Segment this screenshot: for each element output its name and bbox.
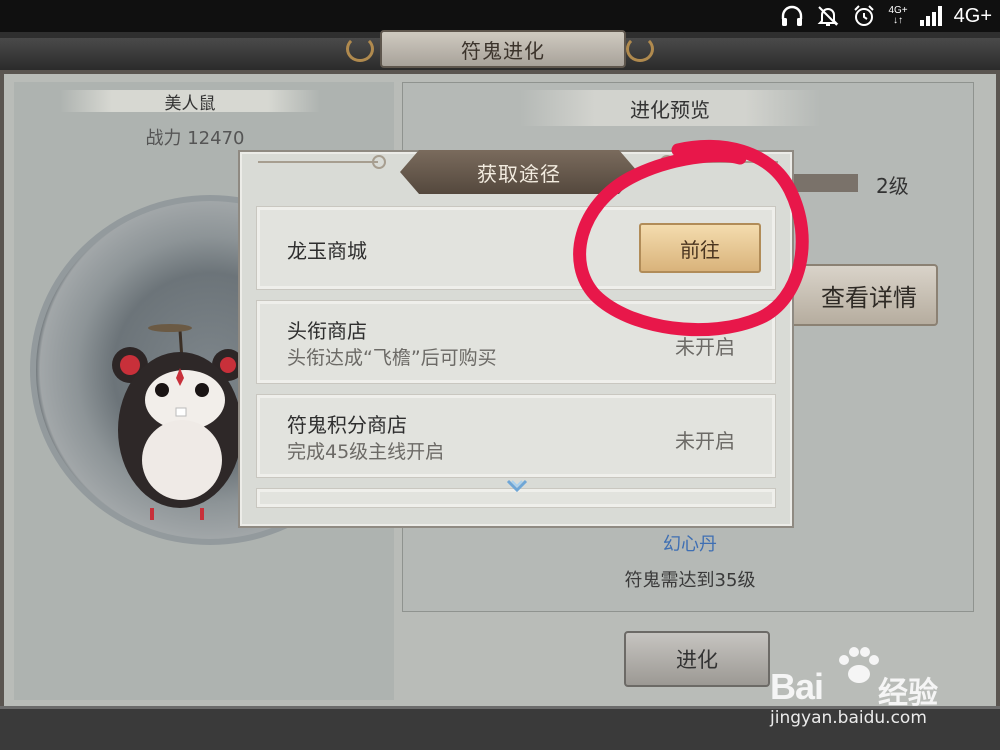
baidu-paw-icon bbox=[839, 647, 879, 683]
evolve-button[interactable]: 进化 bbox=[624, 631, 770, 687]
popup-ornament-right-icon bbox=[660, 155, 674, 169]
source-status: 未开启 bbox=[675, 335, 735, 359]
level-label: 2级 bbox=[876, 174, 909, 198]
bell-muted-icon bbox=[816, 4, 840, 28]
baidu-watermark: Bai 经验 jingyan.baidu.com bbox=[770, 646, 990, 746]
network-arrows: ↓↑ bbox=[893, 15, 904, 26]
source-description: 头衔达成“飞檐”后可购买 bbox=[287, 347, 497, 369]
headphones-icon bbox=[780, 5, 804, 27]
title-ornament-right-icon bbox=[626, 36, 654, 62]
alarm-icon bbox=[852, 4, 876, 28]
popup-ornament-line-left bbox=[258, 161, 378, 163]
watermark-url: jingyan.baidu.com bbox=[770, 708, 927, 728]
source-row-dragon-jade-mall: 龙玉商城 前往 bbox=[256, 206, 776, 290]
status-bar: 4G+ ↓↑ 4G+ bbox=[0, 0, 1000, 32]
material-name[interactable]: 幻心丹 bbox=[640, 530, 740, 556]
network-type-label: 4G+ bbox=[953, 4, 992, 27]
evolve-requirement: 符鬼需达到35级 bbox=[624, 570, 756, 591]
pet-name: 美人鼠 bbox=[60, 90, 320, 114]
source-row-points-shop: 符鬼积分商店 完成45级主线开启 未开启 bbox=[256, 394, 776, 478]
signal-icon bbox=[919, 6, 942, 26]
popup-title: 获取途径 bbox=[400, 150, 638, 194]
watermark-brand: Bai bbox=[770, 666, 824, 707]
status-icons: 4G+ ↓↑ 4G+ bbox=[780, 2, 992, 30]
go-button[interactable]: 前往 bbox=[639, 223, 761, 273]
network-icon: 4G+ ↓↑ bbox=[888, 6, 907, 26]
scroll-down-icon[interactable] bbox=[506, 478, 528, 494]
source-description: 完成45级主线开启 bbox=[287, 441, 445, 463]
source-status: 未开启 bbox=[675, 429, 735, 453]
source-row-title-shop: 头衔商店 头衔达成“飞檐”后可购买 未开启 bbox=[256, 300, 776, 384]
window-title: 符鬼进化 bbox=[380, 30, 626, 68]
pet-model[interactable] bbox=[110, 320, 250, 520]
preview-title: 进化预览 bbox=[520, 90, 820, 126]
title-ornament-left-icon bbox=[346, 36, 374, 62]
level-progress-bar bbox=[790, 174, 858, 192]
watermark-brand-suffix: 经验 bbox=[878, 676, 938, 711]
source-name: 龙玉商城 bbox=[287, 239, 367, 263]
popup-ornament-left-icon bbox=[372, 155, 386, 169]
view-details-button[interactable]: 查看详情 bbox=[790, 264, 938, 326]
source-name: 符鬼积分商店 bbox=[287, 413, 407, 437]
popup-ornament-line-right bbox=[674, 161, 778, 163]
source-name: 头衔商店 bbox=[287, 319, 367, 343]
pet-power: 战力 12470 bbox=[145, 128, 245, 149]
